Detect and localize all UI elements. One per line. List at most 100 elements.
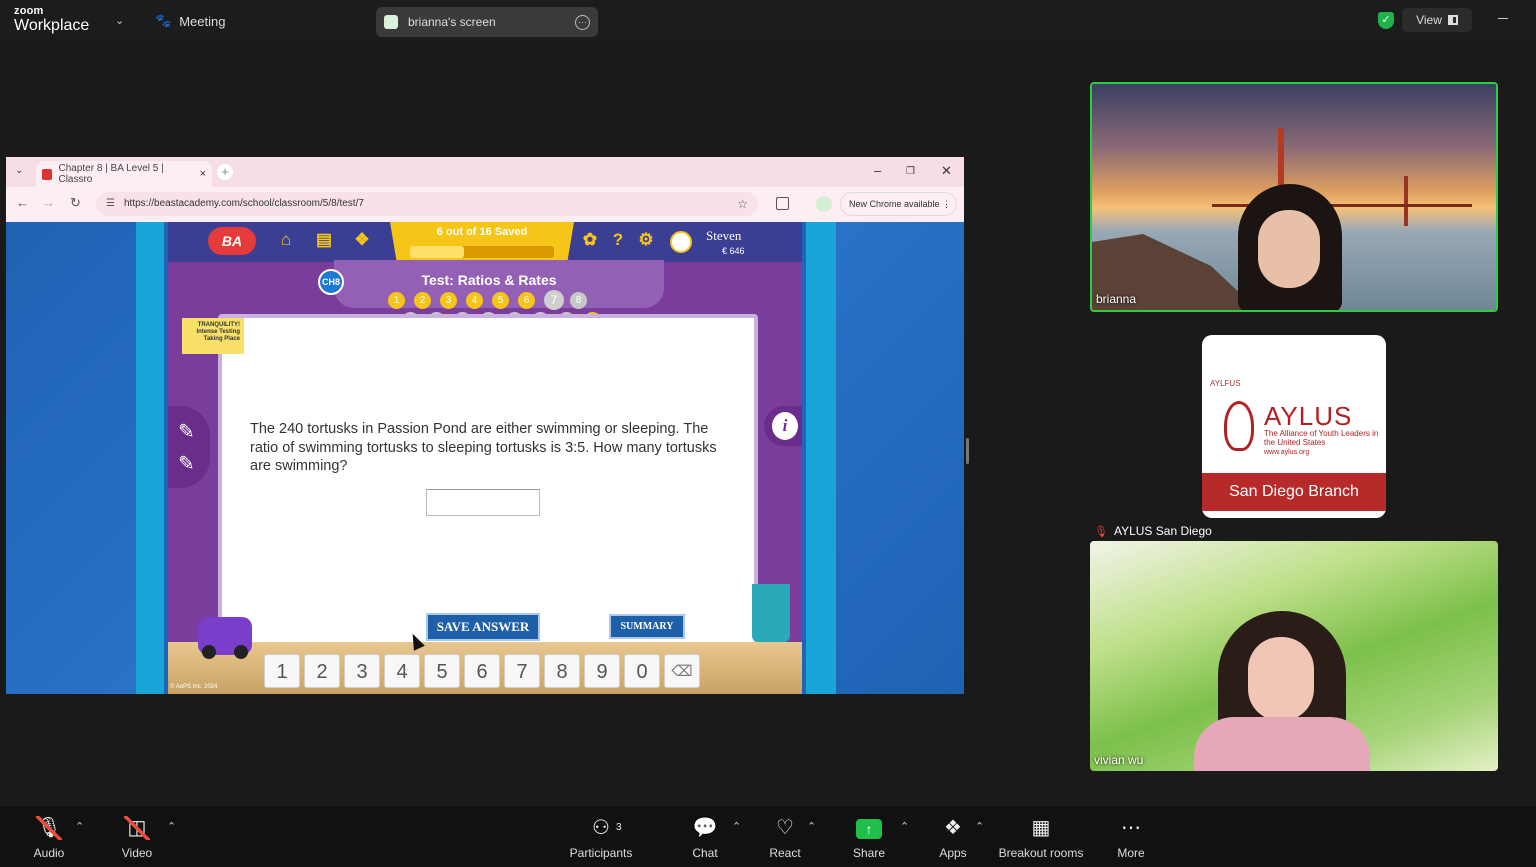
keypad-key-6[interactable]: 6 bbox=[464, 654, 500, 688]
new-chrome-available-button[interactable]: New Chrome available ⋮ bbox=[840, 192, 957, 216]
chat-label: Chat bbox=[692, 846, 718, 860]
close-window-icon[interactable]: ✕ bbox=[941, 163, 952, 179]
reload-icon[interactable]: ↻ bbox=[70, 195, 81, 211]
muted-mic-icon: 🎙 bbox=[1094, 525, 1108, 538]
profile-avatar[interactable] bbox=[816, 196, 832, 212]
question-number-7[interactable]: 7 bbox=[544, 290, 564, 310]
audio-button[interactable]: 🎙 Audio bbox=[14, 816, 84, 860]
summary-button[interactable]: SUMMARY bbox=[609, 614, 685, 639]
keypad-key-5[interactable]: 5 bbox=[424, 654, 460, 688]
info-button[interactable]: i bbox=[764, 406, 802, 446]
brand-line1: zoom bbox=[14, 5, 44, 17]
participant-video-vivian[interactable]: vivian wu bbox=[1090, 541, 1498, 771]
pencil-icon[interactable]: ✎ bbox=[178, 420, 202, 444]
settings-gear-icon[interactable]: ⚙ bbox=[636, 230, 656, 250]
minimize-icon[interactable] bbox=[1498, 18, 1508, 19]
participant-face bbox=[1248, 637, 1314, 721]
address-bar[interactable]: ☰ https://beastacademy.com/school/classr… bbox=[96, 192, 758, 216]
video-button[interactable]: ◫ Video bbox=[102, 816, 172, 860]
help-icon[interactable]: ? bbox=[608, 230, 628, 250]
share-caret-icon[interactable]: ⌃ bbox=[900, 820, 909, 833]
test-title: Test: Ratios & Rates bbox=[421, 272, 557, 288]
backspace-key[interactable]: ⌫ bbox=[664, 654, 700, 688]
tab-search-icon[interactable]: ⌄ bbox=[15, 165, 23, 176]
question-number-6[interactable]: 6 bbox=[518, 292, 535, 309]
chevron-down-icon[interactable]: ⌄ bbox=[115, 14, 124, 27]
ba-logo-button[interactable]: BA bbox=[208, 227, 256, 255]
question-number-2[interactable]: 2 bbox=[414, 292, 431, 309]
new-tab-icon[interactable]: + bbox=[217, 164, 233, 180]
award-icon[interactable]: ✿ bbox=[580, 230, 600, 250]
apps-caret-icon[interactable]: ⌃ bbox=[975, 820, 984, 833]
browser-tab[interactable]: Chapter 8 | BA Level 5 | Classro × bbox=[36, 161, 212, 187]
puzzle-icon[interactable]: ❖ bbox=[352, 230, 372, 250]
chat-caret-icon[interactable]: ⌃ bbox=[732, 820, 741, 833]
participant-video-brianna[interactable]: brianna bbox=[1090, 82, 1498, 312]
more-options-icon[interactable]: ··· bbox=[575, 14, 590, 30]
question-number-4[interactable]: 4 bbox=[466, 292, 483, 309]
bridge-tower bbox=[1404, 176, 1408, 226]
view-label: View bbox=[1416, 13, 1442, 27]
minimize-window-icon[interactable]: – bbox=[874, 163, 881, 178]
tool-tray: ✎ ✎ bbox=[168, 406, 210, 488]
new-chrome-label: New Chrome available bbox=[849, 199, 940, 209]
right-background bbox=[836, 222, 964, 694]
video-options-caret-icon[interactable]: ⌃ bbox=[167, 820, 176, 833]
question-number-1[interactable]: 1 bbox=[388, 292, 405, 309]
breakout-rooms-button[interactable]: ▦ Breakout rooms bbox=[996, 816, 1086, 860]
eraser-icon[interactable]: ✎ bbox=[178, 452, 202, 476]
book-icon[interactable]: ▤ bbox=[314, 230, 334, 250]
back-icon[interactable]: ← bbox=[16, 195, 29, 210]
left-background bbox=[6, 222, 136, 694]
forward-icon[interactable]: → bbox=[42, 195, 55, 210]
participant-name: AYLUS San Diego bbox=[1113, 524, 1212, 538]
keypad-key-7[interactable]: 7 bbox=[504, 654, 540, 688]
security-shield-icon[interactable]: ✓ bbox=[1378, 12, 1394, 29]
keypad-key-2[interactable]: 2 bbox=[304, 654, 340, 688]
paw-icon: 🐾 bbox=[155, 13, 172, 28]
react-label: React bbox=[769, 846, 801, 860]
participant-video-aylus[interactable]: AYLFUS AYLUS The Alliance of Youth Leade… bbox=[1090, 318, 1498, 540]
question-number-5[interactable]: 5 bbox=[492, 292, 509, 309]
shared-screen-label: brianna's screen bbox=[408, 15, 496, 29]
aylus-small: AYLFUS bbox=[1210, 379, 1241, 388]
zoom-top-bar: zoom Workplace ⌄ 🐾 Meeting brianna's scr… bbox=[0, 0, 1536, 42]
question-card bbox=[218, 314, 758, 654]
participants-button[interactable]: ⚇ 3 Participants bbox=[566, 816, 636, 860]
panel-resize-handle[interactable] bbox=[966, 438, 969, 464]
bookmark-star-icon[interactable]: ☆ bbox=[737, 192, 748, 216]
apps-label: Apps bbox=[939, 846, 967, 860]
shared-screen-pill[interactable]: brianna's screen ··· bbox=[376, 7, 598, 37]
keypad-key-3[interactable]: 3 bbox=[344, 654, 380, 688]
view-button[interactable]: View bbox=[1402, 8, 1472, 32]
aylus-subtitle: The Alliance of Youth Leaders in the Uni… bbox=[1264, 429, 1379, 447]
keypad-key-9[interactable]: 9 bbox=[584, 654, 620, 688]
site-settings-icon[interactable]: ☰ bbox=[106, 192, 115, 216]
question-number-8[interactable]: 8 bbox=[570, 292, 587, 309]
audio-options-caret-icon[interactable]: ⌃ bbox=[75, 820, 84, 833]
keypad-key-0[interactable]: 0 bbox=[624, 654, 660, 688]
extensions-icon[interactable] bbox=[776, 197, 789, 210]
meeting-menu[interactable]: 🐾 Meeting bbox=[155, 13, 225, 29]
question-number-3[interactable]: 3 bbox=[440, 292, 457, 309]
brand-line2: Workplace bbox=[14, 17, 90, 34]
keypad-key-4[interactable]: 4 bbox=[384, 654, 420, 688]
keypad-key-1[interactable]: 1 bbox=[264, 654, 300, 688]
participant-name: vivian wu bbox=[1094, 753, 1144, 767]
keypad-key-8[interactable]: 8 bbox=[544, 654, 580, 688]
saved-progress-bar bbox=[410, 246, 554, 258]
question-text: The 240 tortusks in Passion Pond are eit… bbox=[250, 421, 717, 474]
meeting-label: Meeting bbox=[179, 13, 226, 29]
breakout-label: Breakout rooms bbox=[998, 846, 1084, 860]
chat-button[interactable]: 💬 Chat bbox=[670, 816, 740, 860]
user-avatar[interactable] bbox=[670, 231, 692, 253]
home-icon[interactable]: ⌂ bbox=[276, 230, 296, 250]
close-tab-icon[interactable]: × bbox=[200, 168, 206, 180]
share-button[interactable]: ↑ Share bbox=[834, 816, 904, 860]
user-name[interactable]: Steven bbox=[706, 228, 741, 244]
restore-window-icon[interactable]: ❐ bbox=[906, 166, 915, 177]
react-caret-icon[interactable]: ⌃ bbox=[807, 820, 816, 833]
answer-input[interactable] bbox=[426, 489, 540, 516]
more-button[interactable]: ⋯ More bbox=[1096, 816, 1166, 860]
save-answer-button[interactable]: SAVE ANSWER bbox=[426, 613, 540, 641]
